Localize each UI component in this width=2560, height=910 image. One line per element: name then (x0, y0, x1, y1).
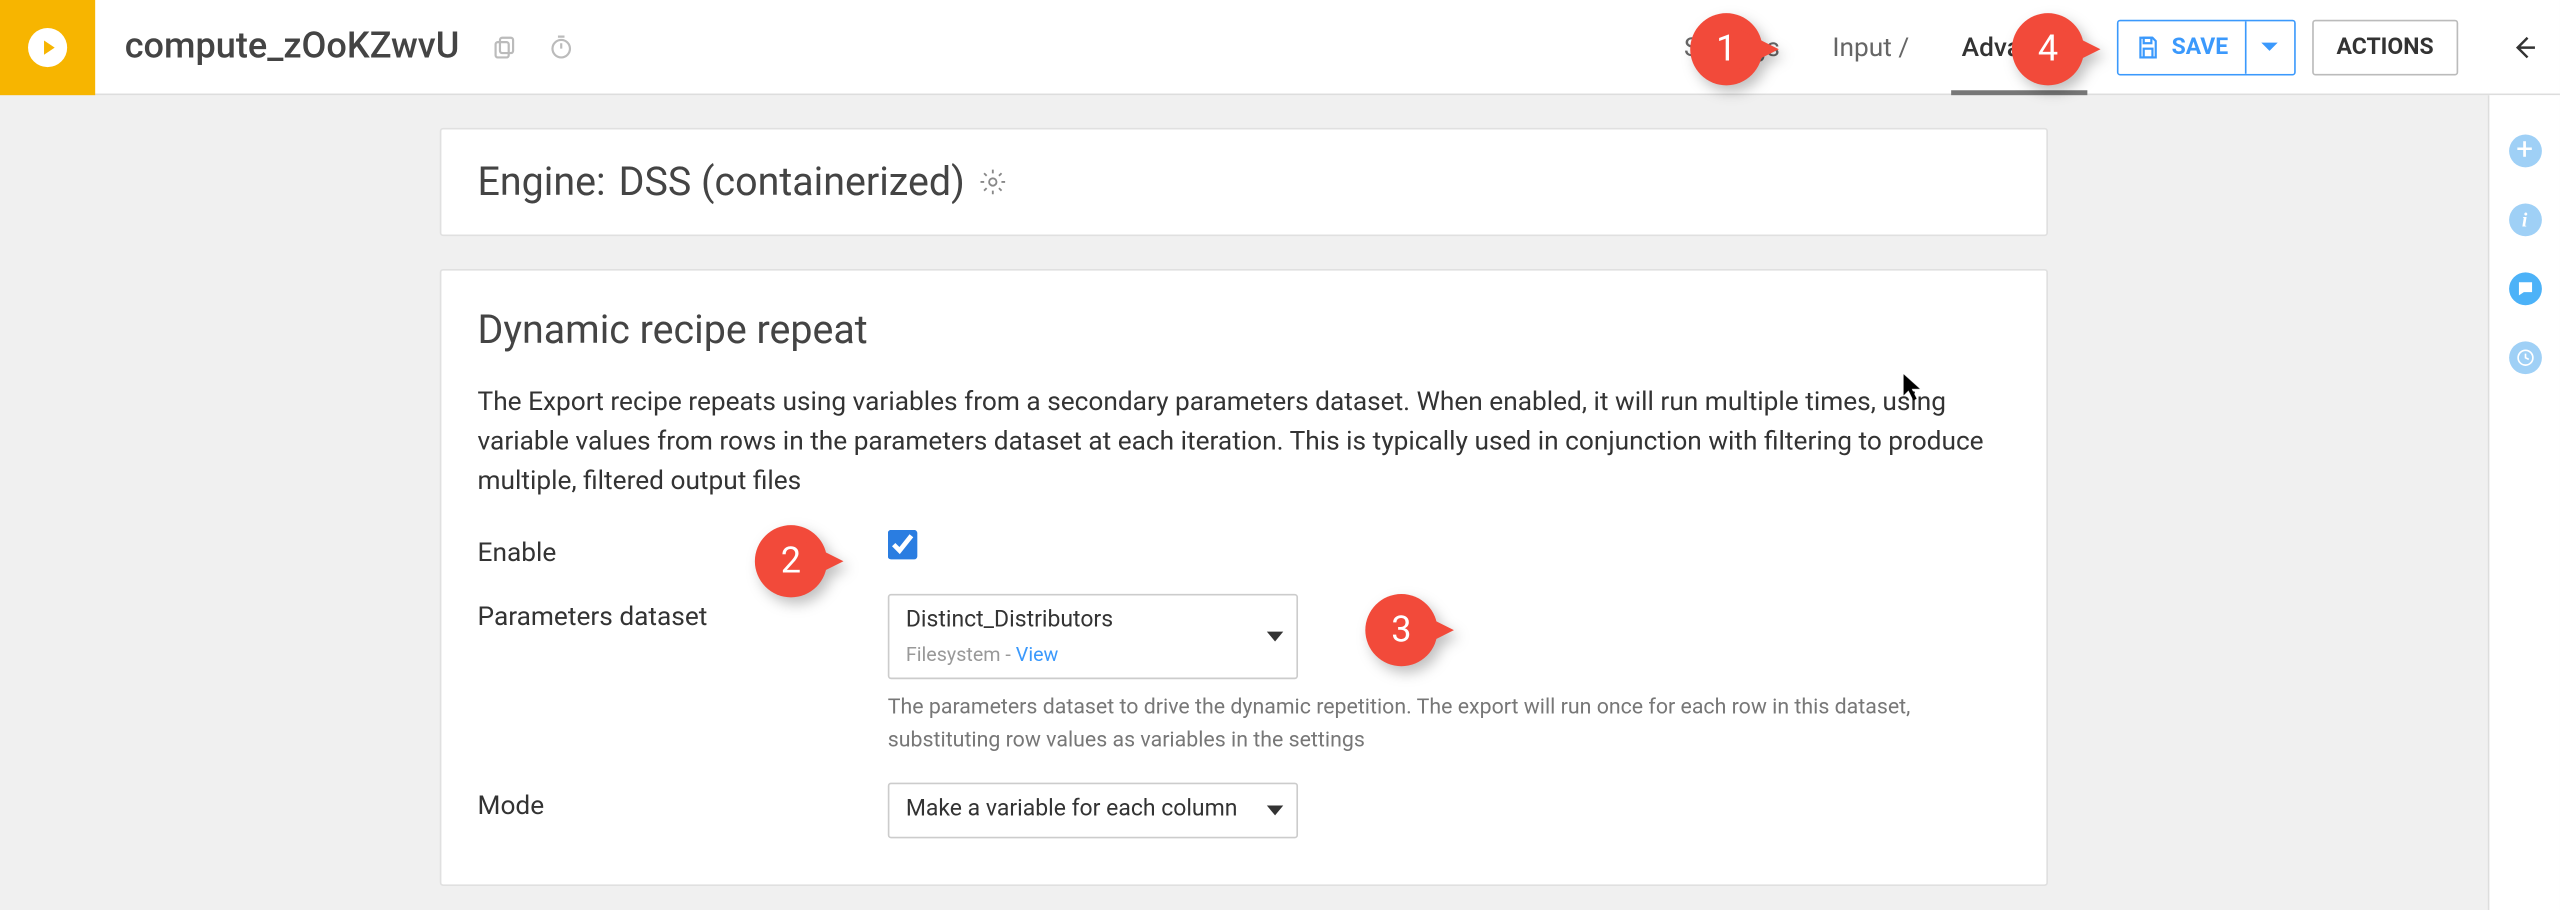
main-content: Engine: DSS (containerized) Dynamic reci… (0, 95, 2488, 910)
right-rail: + i (2488, 95, 2560, 910)
dynamic-repeat-card: Dynamic recipe repeat The Export recipe … (440, 269, 2048, 886)
rail-info-button[interactable]: i (2508, 203, 2541, 236)
save-dropdown-button[interactable] (2245, 21, 2294, 74)
rail-add-button[interactable]: + (2508, 135, 2541, 168)
save-button-group: SAVE (2117, 19, 2295, 75)
params-dataset-help: The parameters dataset to drive the dyna… (888, 693, 1987, 757)
mode-select[interactable]: Make a variable for each column (888, 783, 1298, 838)
mode-label: Mode (478, 783, 888, 821)
row-enable: Enable (478, 530, 2011, 568)
tab-bar: Settings Input / Advanced (1674, 0, 2088, 94)
header-actions: SAVE ACTIONS (2088, 0, 2488, 94)
params-dataset-label: Parameters dataset (478, 594, 888, 632)
params-dataset-select[interactable]: Distinct_Distributors Filesystem - View (888, 594, 1298, 680)
rail-chat-button[interactable] (2508, 272, 2541, 305)
actions-button[interactable]: ACTIONS (2312, 19, 2458, 75)
chat-icon (2515, 279, 2535, 299)
header-meta-icons (459, 0, 574, 94)
params-dataset-value: Distinct_Distributors (906, 607, 1113, 633)
row-params-dataset: Parameters dataset Distinct_Distributors… (478, 594, 2011, 757)
top-bar: compute_zOoKZwvU Settings Input / Advanc… (0, 0, 2560, 95)
engine-name: DSS (containerized) (619, 159, 965, 205)
params-dataset-subline: Filesystem - View (906, 641, 1254, 669)
back-button[interactable] (2488, 0, 2560, 94)
section-title: Dynamic recipe repeat (478, 307, 2011, 353)
tab-advanced[interactable]: Advanced (1952, 0, 2088, 94)
save-label: SAVE (2172, 34, 2229, 60)
save-button[interactable]: SAVE (2119, 21, 2245, 74)
engine-card: Engine: DSS (containerized) (440, 128, 2048, 236)
timer-icon[interactable] (548, 34, 574, 60)
rail-history-button[interactable] (2508, 341, 2541, 374)
chevron-down-icon (1267, 806, 1283, 816)
save-icon (2135, 34, 2161, 60)
gear-icon[interactable] (978, 167, 1008, 197)
tab-input-output[interactable]: Input / (1823, 0, 1919, 94)
row-mode: Mode Make a variable for each column (478, 783, 2011, 838)
engine-prefix: Engine: (478, 159, 606, 205)
mode-value: Make a variable for each column (906, 797, 1238, 823)
recipe-name: compute_zOoKZwvU (95, 26, 459, 67)
chevron-down-icon (1267, 632, 1283, 642)
tab-settings[interactable]: Settings (1674, 0, 1790, 94)
section-description: The Export recipe repeats using variable… (478, 382, 2011, 500)
enable-label: Enable (478, 530, 888, 568)
recipe-type-badge (0, 0, 95, 95)
chevron-down-icon (2262, 39, 2278, 55)
arrow-left-icon (2509, 32, 2539, 62)
enable-checkbox[interactable] (888, 530, 918, 560)
params-dataset-type: Filesystem (906, 643, 1001, 666)
clock-icon (2515, 348, 2535, 368)
copy-icon[interactable] (492, 34, 518, 60)
params-dataset-view-link[interactable]: View (1016, 643, 1059, 666)
share-icon (26, 26, 69, 69)
